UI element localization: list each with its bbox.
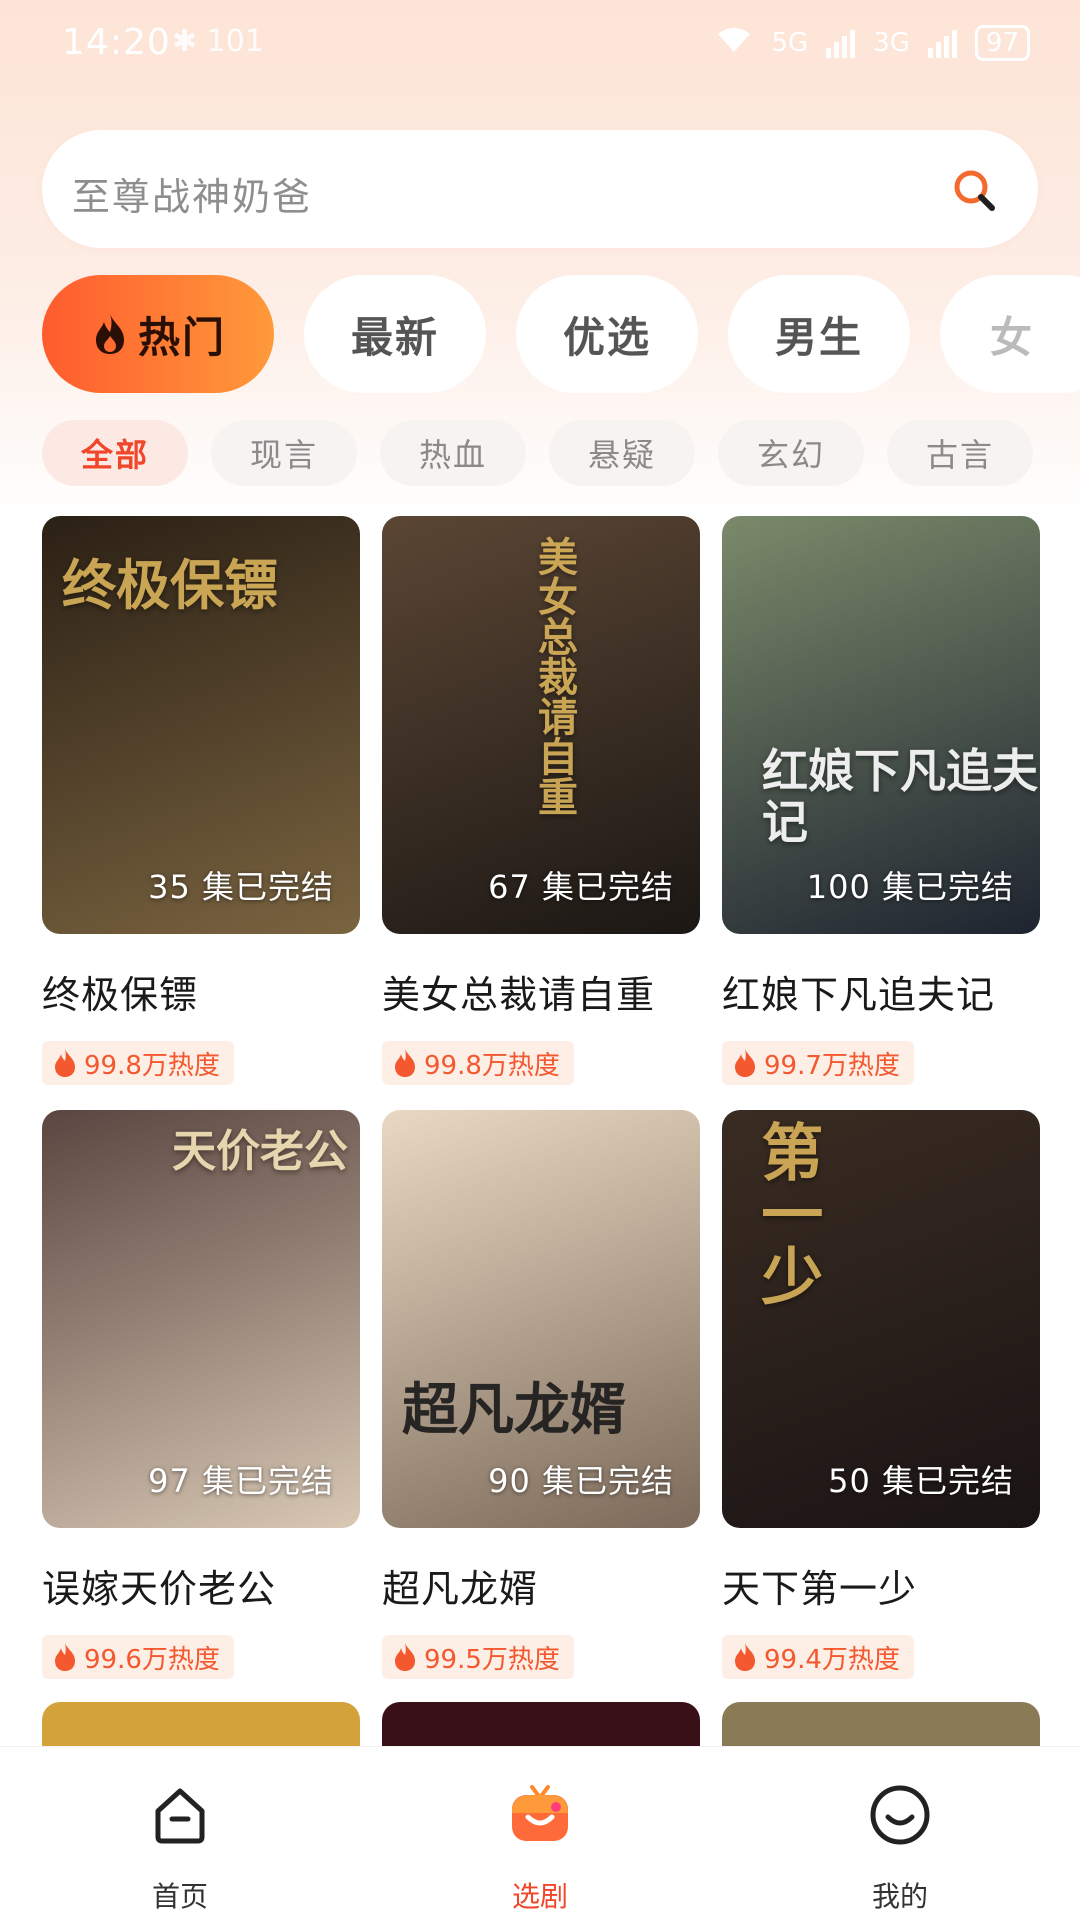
nav-profile[interactable]: 我的 xyxy=(800,1747,1000,1920)
smile-icon xyxy=(870,1785,930,1845)
nav-profile-label: 我的 xyxy=(871,1880,928,1913)
battery-icon: 97 xyxy=(974,24,1030,61)
nav-browse-label: 选剧 xyxy=(511,1880,568,1913)
tab-male[interactable]: 男生 xyxy=(728,275,910,393)
drama-poster[interactable]: 红娘下凡追夫记 100 集已完结 xyxy=(722,516,1040,934)
poster-title-art: 第一少 xyxy=(750,1120,824,1306)
heat-badge: 99.6万热度 xyxy=(42,1635,234,1679)
fire-icon xyxy=(395,1643,415,1671)
drama-poster-partial[interactable] xyxy=(382,1702,700,1746)
drama-title[interactable]: 超凡龙婿 xyxy=(382,1558,700,1613)
tab-female-label: 女 xyxy=(990,312,1035,362)
nav-browse[interactable]: 选剧 xyxy=(440,1747,640,1920)
tab-latest-label: 最新 xyxy=(350,312,439,362)
episode-count: 67 集已完结 xyxy=(488,868,674,906)
heat-value: 99.4万热度 xyxy=(764,1644,900,1675)
main-category-tabs: 热门 最新 优选 男生 女 xyxy=(42,275,1080,393)
network-3g-label: 3G xyxy=(873,27,910,58)
genre-tabs: 全部 现言 热血 悬疑 玄幻 古言 xyxy=(42,420,1080,486)
search-icon[interactable] xyxy=(952,168,996,212)
tab-latest[interactable]: 最新 xyxy=(304,275,486,393)
heat-value: 99.7万热度 xyxy=(764,1050,900,1081)
drama-title[interactable]: 红娘下凡追夫记 xyxy=(722,964,1040,1019)
poster-title-art: 超凡龙婿 xyxy=(402,1377,626,1443)
heat-badge: 99.8万热度 xyxy=(42,1041,234,1085)
heat-badge: 99.8万热度 xyxy=(382,1041,574,1085)
heat-value: 99.6万热度 xyxy=(84,1644,220,1675)
home-icon xyxy=(155,1788,205,1844)
poster-title-art: 终极保镖 xyxy=(62,553,278,617)
tab-female[interactable]: 女 xyxy=(940,275,1080,393)
search-bar[interactable]: 至尊战神奶爸 xyxy=(42,130,1038,248)
fire-icon xyxy=(395,1049,415,1077)
status-right-group: 5G 3G 97 xyxy=(714,24,1030,61)
drama-card[interactable]: 美女总裁请自重 67 集已完结 美女总裁请自重 99.8万热度 xyxy=(382,516,700,1085)
drama-title[interactable]: 美女总裁请自重 xyxy=(382,964,700,1019)
episode-count: 35 集已完结 xyxy=(148,868,334,906)
heat-badge: 99.4万热度 xyxy=(722,1635,914,1679)
status-bar: 14:20 ✱ 101 5G 3G 97 xyxy=(0,0,1080,90)
genre-action[interactable]: 热血 xyxy=(380,420,526,486)
heat-badge: 99.5万热度 xyxy=(382,1635,574,1679)
heat-value: 99.8万热度 xyxy=(424,1050,560,1081)
nav-home[interactable]: 首页 xyxy=(80,1747,280,1920)
bottom-nav: 首页 选剧 我的 xyxy=(0,1746,1080,1920)
tab-male-label: 男生 xyxy=(774,312,863,362)
genre-mystery[interactable]: 悬疑 xyxy=(549,420,695,486)
status-time: 14:20 xyxy=(62,22,171,63)
network-5g-label: 5G xyxy=(771,27,809,58)
poster-title-art: 红娘下凡追夫记 xyxy=(762,744,1038,849)
tab-hot-label: 热门 xyxy=(137,312,226,362)
drama-title[interactable]: 天下第一少 xyxy=(722,1558,1040,1613)
episode-count: 100 集已完结 xyxy=(806,868,1014,906)
nav-home-label: 首页 xyxy=(151,1880,208,1913)
genre-modern-romance[interactable]: 现言 xyxy=(211,420,357,486)
drama-poster-partial[interactable] xyxy=(42,1702,360,1746)
drama-title[interactable]: 误嫁天价老公 xyxy=(42,1558,360,1613)
fire-icon xyxy=(55,1643,75,1671)
drama-poster[interactable]: 美女总裁请自重 67 集已完结 xyxy=(382,516,700,934)
drama-card[interactable]: 第一少 50 集已完结 天下第一少 99.4万热度 xyxy=(722,1110,1040,1679)
heat-value: 99.5万热度 xyxy=(424,1644,560,1675)
app-screen: 14:20 ✱ 101 5G 3G 97 至尊战神奶爸 热门 最新 优选 男生 … xyxy=(0,0,1080,1920)
drama-card[interactable]: 终极保镖 35 集已完结 终极保镖 99.8万热度 xyxy=(42,516,360,1085)
poster-title-art: 天价老公 xyxy=(172,1126,348,1177)
wifi-icon xyxy=(714,24,754,61)
tab-featured-label: 优选 xyxy=(562,312,651,362)
fire-icon xyxy=(55,1049,75,1077)
fire-icon xyxy=(735,1643,755,1671)
poster-title-art: 美女总裁请自重 xyxy=(531,536,578,816)
genre-fantasy[interactable]: 玄幻 xyxy=(718,420,864,486)
tab-hot[interactable]: 热门 xyxy=(42,275,274,393)
heat-badge: 99.7万热度 xyxy=(722,1041,914,1085)
drama-card[interactable]: 天价老公 97 集已完结 误嫁天价老公 99.6万热度 xyxy=(42,1110,360,1679)
genre-all[interactable]: 全部 xyxy=(42,420,188,486)
drama-card[interactable]: 红娘下凡追夫记 100 集已完结 红娘下凡追夫记 99.7万热度 xyxy=(722,516,1040,1085)
fire-icon xyxy=(95,314,124,354)
signal-icon-2 xyxy=(927,28,957,58)
episode-count: 97 集已完结 xyxy=(148,1462,334,1500)
drama-poster-partial[interactable] xyxy=(722,1702,1040,1746)
tv-icon xyxy=(512,1785,568,1841)
signal-icon xyxy=(826,28,856,58)
drama-poster[interactable]: 终极保镖 35 集已完结 xyxy=(42,516,360,934)
drama-title[interactable]: 终极保镖 xyxy=(42,964,360,1019)
tab-featured[interactable]: 优选 xyxy=(516,275,698,393)
status-left-icons: ✱ 101 xyxy=(172,24,264,59)
genre-period-romance[interactable]: 古言 xyxy=(887,420,1033,486)
episode-count: 90 集已完结 xyxy=(488,1462,674,1500)
drama-poster[interactable]: 超凡龙婿 90 集已完结 xyxy=(382,1110,700,1528)
drama-poster[interactable]: 天价老公 97 集已完结 xyxy=(42,1110,360,1528)
heat-value: 99.8万热度 xyxy=(84,1050,220,1081)
drama-poster[interactable]: 第一少 50 集已完结 xyxy=(722,1110,1040,1528)
search-placeholder: 至尊战神奶爸 xyxy=(72,175,313,219)
fire-icon xyxy=(735,1049,755,1077)
drama-card[interactable]: 超凡龙婿 90 集已完结 超凡龙婿 99.5万热度 xyxy=(382,1110,700,1679)
episode-count: 50 集已完结 xyxy=(828,1462,1014,1500)
